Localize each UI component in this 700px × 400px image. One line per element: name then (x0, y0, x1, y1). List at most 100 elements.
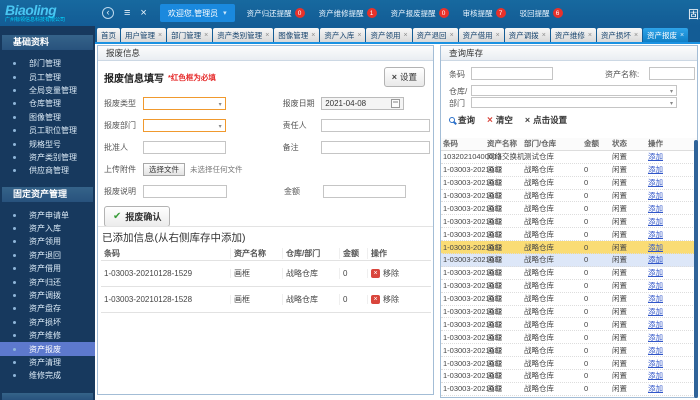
amount-input[interactable] (323, 184, 406, 198)
click-settings-button[interactable]: × 点击设置 (525, 114, 567, 126)
sidebar-item-资产类别管理[interactable]: 资产类别管理 (0, 151, 95, 164)
sidebar-item-资产退回[interactable]: 资产退回 (0, 249, 95, 262)
notification-item[interactable]: 驳回提醒 6 (520, 8, 563, 19)
add-link[interactable]: 添加 (648, 165, 663, 174)
add-link[interactable]: 添加 (648, 359, 663, 368)
tab-close-icon[interactable]: × (265, 32, 269, 39)
tab-资产损坏[interactable]: 资产损坏 × (596, 28, 643, 42)
sidebar-item-资产损坏[interactable]: 资产损坏 (0, 316, 95, 329)
add-link[interactable]: 添加 (648, 191, 663, 200)
notification-badge: 6 (552, 8, 563, 18)
tab-资产入库[interactable]: 资产入库 × (320, 28, 366, 42)
tab-close-icon[interactable]: × (496, 32, 500, 39)
notification-item[interactable]: 资产维修提醒 1 (319, 8, 377, 19)
add-link[interactable]: 添加 (648, 333, 663, 342)
collapse-icon[interactable]: ‹ (102, 7, 114, 19)
sidebar-item-图像管理[interactable]: 图像管理 (0, 111, 95, 124)
notification-item[interactable]: 资产归还提醒 0 (247, 8, 305, 19)
sidebar-item-部门管理[interactable]: 部门管理 (0, 57, 95, 70)
cell-status: 闲置 (612, 229, 627, 239)
tab-资产维修[interactable]: 资产维修 × (550, 28, 596, 42)
add-link[interactable]: 添加 (648, 255, 663, 264)
sidebar-item-规格型号[interactable]: 规格型号 (0, 137, 95, 150)
add-link[interactable]: 添加 (648, 243, 663, 252)
sidebar-item-仓库管理[interactable]: 仓库管理 (0, 97, 95, 110)
choose-file-button[interactable]: 选择文件 (143, 162, 185, 176)
tab-首页[interactable]: 首页 (97, 28, 120, 42)
settings-button[interactable]: × 设置 (383, 67, 425, 87)
sidebar-item-资产申请单[interactable]: 资产申请单 (0, 209, 95, 222)
tab-close-icon[interactable]: × (680, 32, 684, 39)
tab-close-icon[interactable]: × (450, 32, 454, 39)
scrap-type-label: 报废类型 (104, 98, 136, 108)
tab-close-icon[interactable]: × (357, 32, 361, 39)
tab-部门管理[interactable]: 部门管理 × (167, 28, 213, 42)
sidebar-item-资产维修[interactable]: 资产维修 (0, 329, 95, 342)
scrap-dept-select[interactable]: ▾ (142, 118, 226, 132)
remove-button[interactable]: × 移除 (371, 268, 431, 279)
notification-item[interactable]: 资产报废提醒 0 (391, 8, 449, 19)
sidebar-item-资产盘存[interactable]: 资产盘存 (0, 302, 95, 315)
remove-button[interactable]: × 移除 (371, 294, 431, 305)
sidebar-item-资产借用[interactable]: 资产借用 (0, 262, 95, 275)
tab-资产类别管理[interactable]: 资产类别管理 × (213, 28, 274, 42)
warehouse-select[interactable]: ▾ (471, 85, 677, 96)
add-link[interactable]: 添加 (648, 178, 663, 187)
tab-资产报废[interactable]: 资产报废 × (643, 28, 689, 42)
add-link[interactable]: 添加 (648, 320, 663, 329)
add-link[interactable]: 添加 (648, 346, 663, 355)
tab-close-icon[interactable]: × (634, 32, 638, 39)
add-link[interactable]: 添加 (648, 230, 663, 239)
menu-icon[interactable]: ≡ (124, 7, 130, 19)
clear-button[interactable]: × 清空 (487, 114, 513, 126)
calendar-icon[interactable] (391, 98, 401, 108)
tab-用户管理[interactable]: 用户管理 × (121, 28, 167, 42)
tab-资产退回[interactable]: 资产退回 × (412, 28, 458, 42)
sidebar-item-全局变量管理[interactable]: 全局变量管理 (0, 84, 95, 97)
scrap-date-input[interactable]: 2021-04-08 (321, 96, 405, 110)
sidebar-item-资产清理[interactable]: 资产清理 (0, 356, 95, 369)
query-button[interactable]: 查询 (449, 114, 475, 126)
responsible-input[interactable] (321, 118, 430, 132)
close-icon[interactable]: × (140, 7, 146, 19)
tab-资产调拨[interactable]: 资产调拨 × (504, 28, 550, 42)
sidebar-item-资产报废[interactable]: 资产报废 (0, 342, 95, 356)
add-link[interactable]: 添加 (648, 268, 663, 277)
tab-close-icon[interactable]: × (204, 32, 208, 39)
sidebar-item-员工职位管理[interactable]: 员工职位管理 (0, 124, 95, 137)
sidebar-item-维修完成[interactable]: 维修完成 (0, 369, 95, 382)
sidebar-item-资产领用[interactable]: 资产领用 (0, 235, 95, 248)
notification-item[interactable]: 审核提醒 7 (463, 8, 506, 19)
tab-图像管理[interactable]: 图像管理 × (274, 28, 320, 42)
approver-input[interactable] (142, 140, 226, 154)
vertical-scrollbar[interactable] (694, 140, 698, 398)
sidebar-item-资产归还[interactable]: 资产归还 (0, 275, 95, 288)
add-link[interactable]: 添加 (648, 371, 663, 380)
tab-close-icon[interactable]: × (311, 32, 315, 39)
add-link[interactable]: 添加 (648, 217, 663, 226)
add-link[interactable]: 添加 (648, 294, 663, 303)
add-link[interactable]: 添加 (648, 281, 663, 290)
user-menu[interactable]: 欢迎您,管理员 ▾ (159, 4, 235, 22)
tab-close-icon[interactable]: × (588, 32, 592, 39)
add-link[interactable]: 添加 (648, 307, 663, 316)
sidebar-item-供应商管理[interactable]: 供应商管理 (0, 164, 95, 177)
tab-close-icon[interactable]: × (158, 32, 162, 39)
remark-input[interactable] (321, 140, 430, 154)
sidebar-item-员工管理[interactable]: 员工管理 (0, 70, 95, 83)
sidebar-item-资产入库[interactable]: 资产入库 (0, 222, 95, 235)
asset-name-input[interactable] (649, 67, 695, 80)
add-link[interactable]: 添加 (648, 204, 663, 213)
tab-close-icon[interactable]: × (403, 32, 407, 39)
tab-close-icon[interactable]: × (542, 32, 546, 39)
barcode-input[interactable] (471, 67, 553, 80)
tab-资产领用[interactable]: 资产领用 × (366, 28, 412, 42)
add-link[interactable]: 添加 (648, 152, 663, 161)
scrap-desc-input[interactable] (143, 184, 227, 198)
scrap-confirm-button[interactable]: ✔ 报废确认 (104, 206, 171, 227)
dept-select[interactable]: ▾ (471, 97, 677, 108)
add-link[interactable]: 添加 (648, 384, 663, 393)
tab-资产借用[interactable]: 资产借用 × (458, 28, 504, 42)
sidebar-item-资产调拨[interactable]: 资产调拨 (0, 289, 95, 302)
scrap-type-select[interactable]: ▾ (142, 96, 226, 110)
